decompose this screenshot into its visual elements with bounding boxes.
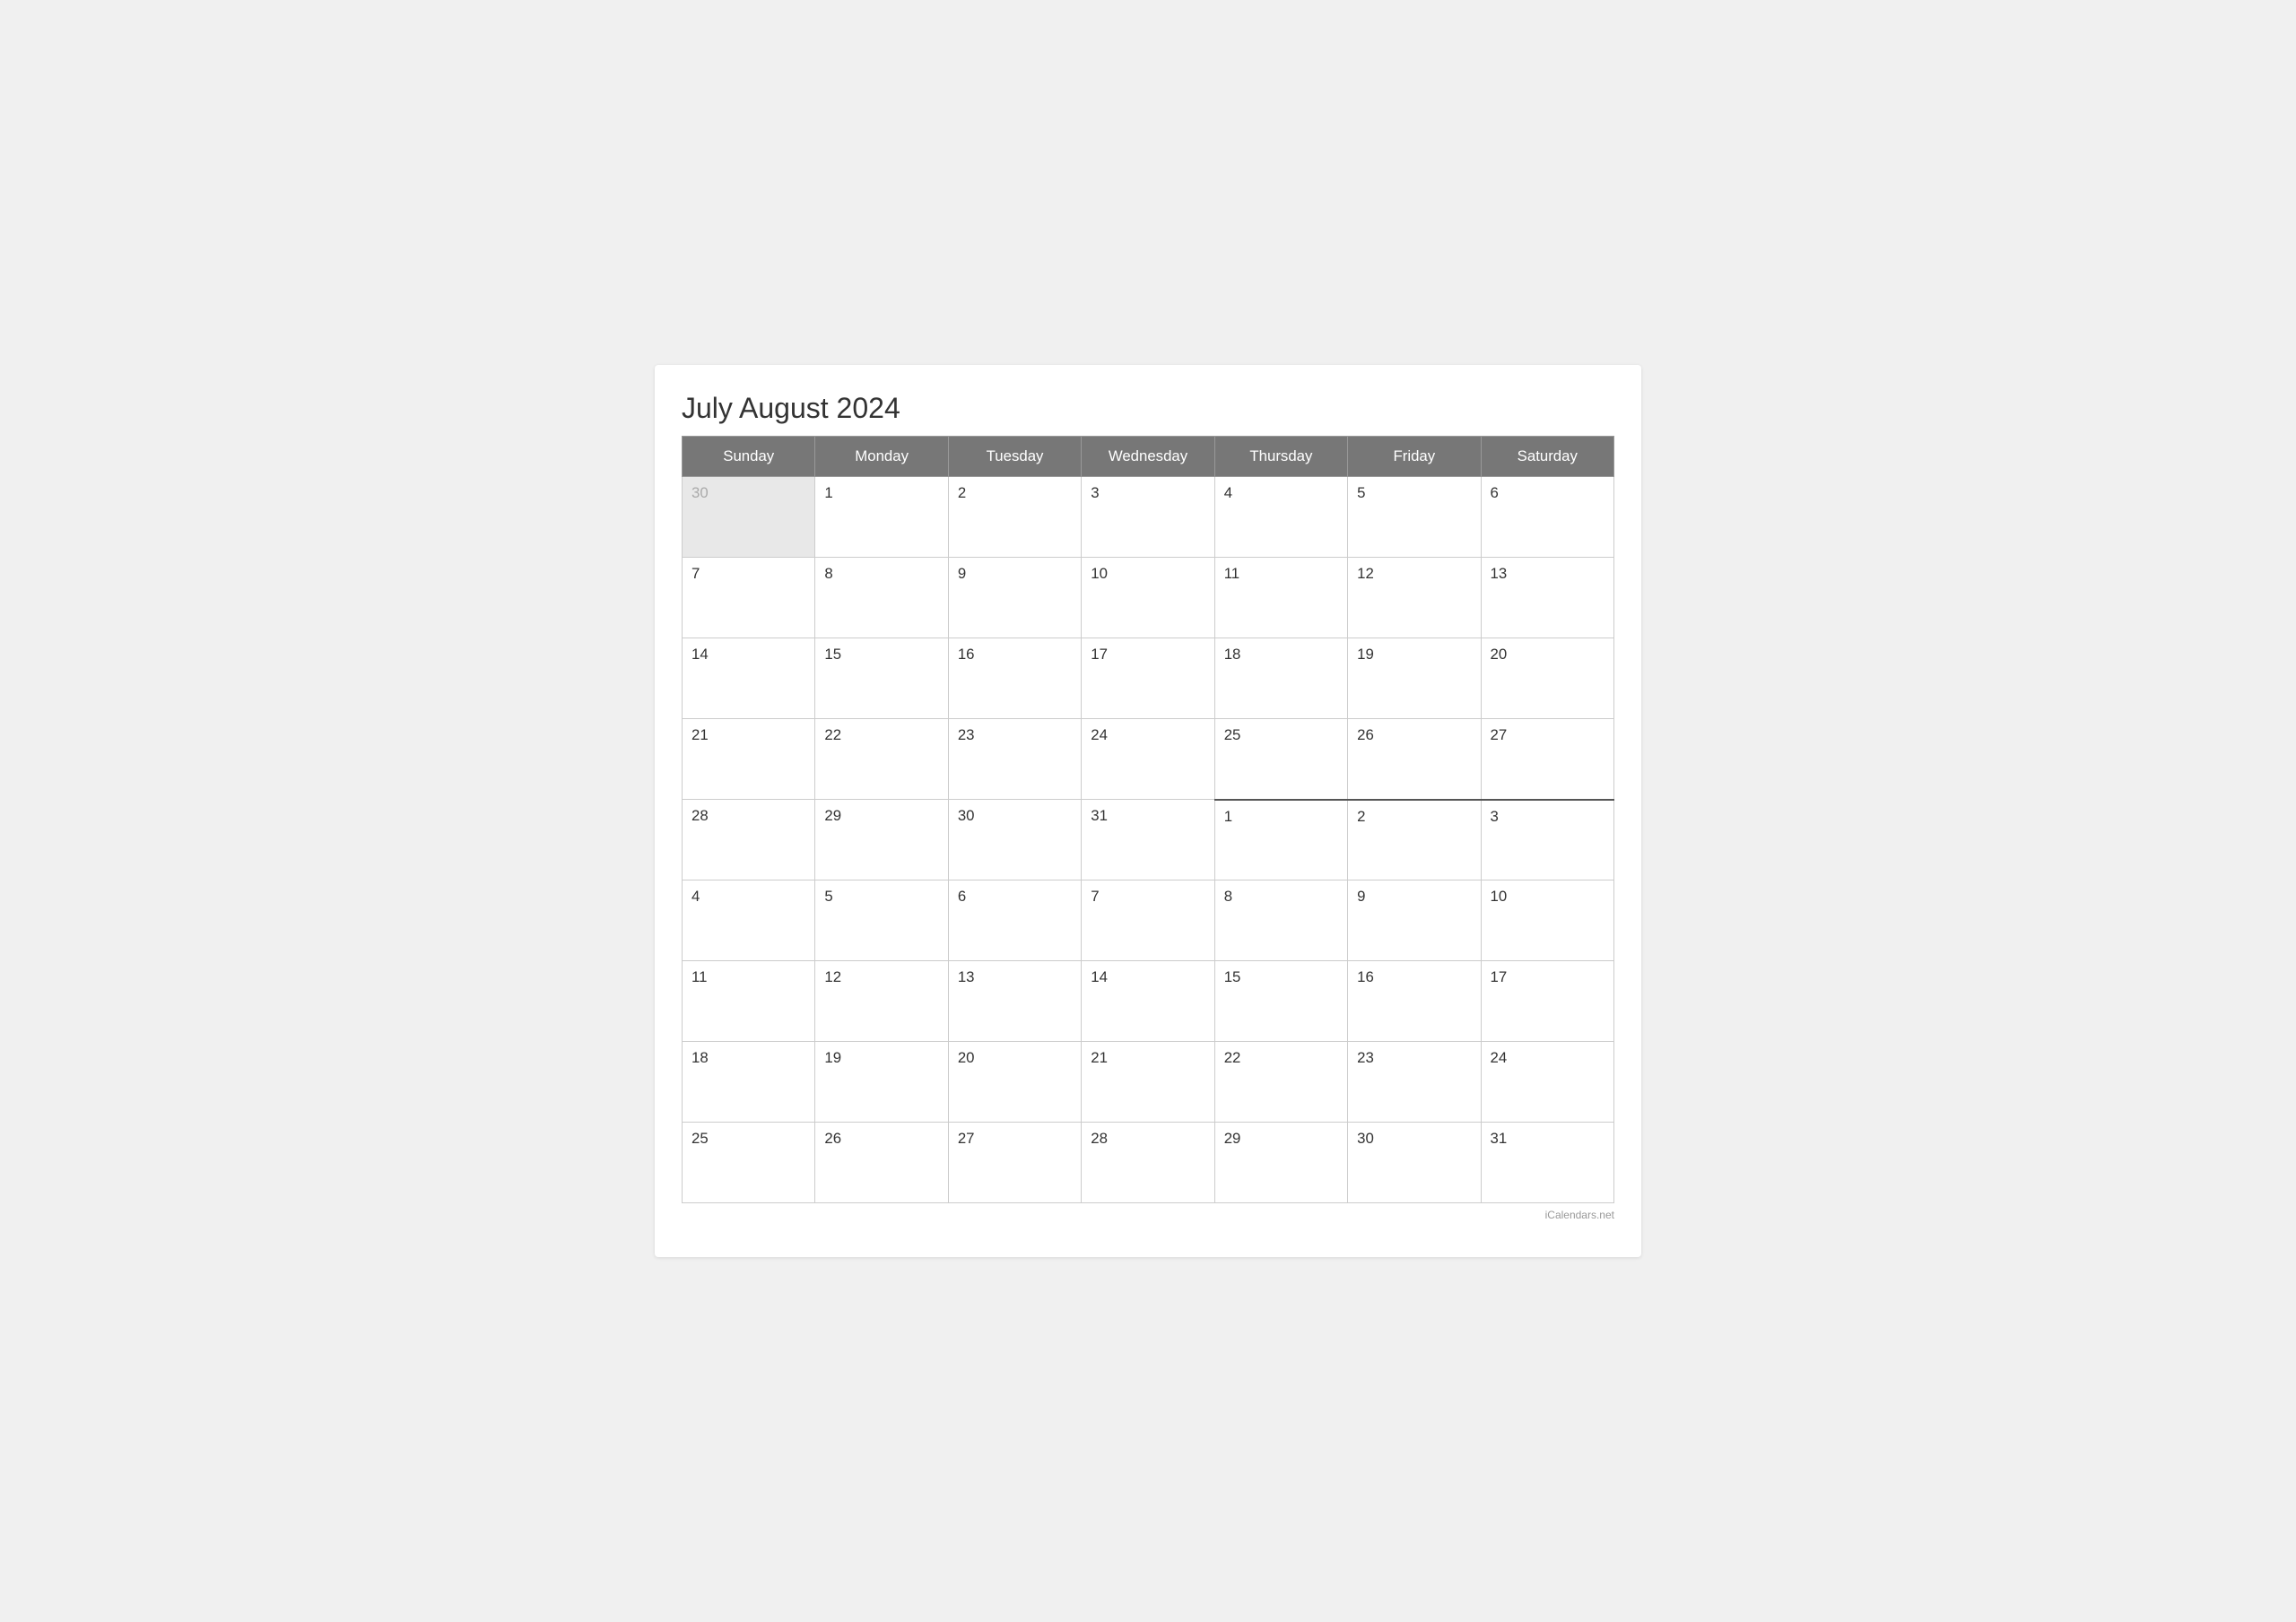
calendar-day-cell[interactable]: 28 <box>683 800 815 880</box>
calendar-day-cell[interactable]: 6 <box>1481 477 1613 558</box>
calendar-day-cell[interactable]: 13 <box>1481 558 1613 638</box>
header-cell: Saturday <box>1481 437 1613 477</box>
header-cell: Wednesday <box>1082 437 1214 477</box>
calendar-day-cell[interactable]: 7 <box>1082 880 1214 961</box>
calendar-day-cell[interactable]: 23 <box>948 719 1081 800</box>
calendar-day-cell[interactable]: 7 <box>683 558 815 638</box>
calendar-day-cell[interactable]: 29 <box>815 800 948 880</box>
calendar-day-cell[interactable]: 11 <box>1214 558 1347 638</box>
calendar-day-cell[interactable]: 5 <box>815 880 948 961</box>
calendar-day-cell[interactable]: 3 <box>1481 800 1613 880</box>
calendar-title: July August 2024 <box>682 392 1614 425</box>
calendar-day-cell[interactable]: 1 <box>815 477 948 558</box>
header-cell: Monday <box>815 437 948 477</box>
calendar-day-cell[interactable]: 15 <box>815 638 948 719</box>
calendar-day-cell[interactable]: 25 <box>683 1123 815 1203</box>
calendar-week-row: 11121314151617 <box>683 961 1614 1042</box>
calendar-day-cell[interactable]: 22 <box>815 719 948 800</box>
calendar-day-cell[interactable]: 18 <box>1214 638 1347 719</box>
calendar-week-row: 14151617181920 <box>683 638 1614 719</box>
calendar-week-row: 30123456 <box>683 477 1614 558</box>
calendar-week-row: 21222324252627 <box>683 719 1614 800</box>
calendar-day-cell[interactable]: 21 <box>683 719 815 800</box>
calendar-week-row: 45678910 <box>683 880 1614 961</box>
calendar-table: SundayMondayTuesdayWednesdayThursdayFrid… <box>682 436 1614 1203</box>
calendar-week-row: 25262728293031 <box>683 1123 1614 1203</box>
calendar-day-cell[interactable]: 20 <box>948 1042 1081 1123</box>
header-cell: Sunday <box>683 437 815 477</box>
calendar-day-cell[interactable]: 14 <box>683 638 815 719</box>
calendar-day-cell[interactable]: 6 <box>948 880 1081 961</box>
calendar-day-cell[interactable]: 20 <box>1481 638 1613 719</box>
calendar-day-cell[interactable]: 16 <box>1348 961 1481 1042</box>
header-row: SundayMondayTuesdayWednesdayThursdayFrid… <box>683 437 1614 477</box>
calendar-day-cell[interactable]: 27 <box>1481 719 1613 800</box>
calendar-day-cell[interactable]: 8 <box>1214 880 1347 961</box>
calendar-day-cell[interactable]: 12 <box>1348 558 1481 638</box>
calendar-day-cell[interactable]: 9 <box>1348 880 1481 961</box>
calendar-day-cell[interactable]: 11 <box>683 961 815 1042</box>
calendar-day-cell[interactable]: 2 <box>1348 800 1481 880</box>
calendar-day-cell[interactable]: 13 <box>948 961 1081 1042</box>
calendar-day-cell[interactable]: 25 <box>1214 719 1347 800</box>
calendar-day-cell[interactable]: 2 <box>948 477 1081 558</box>
calendar-body: 3012345678910111213141516171819202122232… <box>683 477 1614 1203</box>
calendar-day-cell[interactable]: 4 <box>683 880 815 961</box>
calendar-day-cell[interactable]: 5 <box>1348 477 1481 558</box>
calendar-day-cell[interactable]: 16 <box>948 638 1081 719</box>
calendar-header: SundayMondayTuesdayWednesdayThursdayFrid… <box>683 437 1614 477</box>
calendar-week-row: 18192021222324 <box>683 1042 1614 1123</box>
calendar-day-cell[interactable]: 29 <box>1214 1123 1347 1203</box>
calendar-day-cell[interactable]: 10 <box>1082 558 1214 638</box>
header-cell: Friday <box>1348 437 1481 477</box>
calendar-day-cell[interactable]: 28 <box>1082 1123 1214 1203</box>
calendar-week-row: 78910111213 <box>683 558 1614 638</box>
calendar-day-cell[interactable]: 3 <box>1082 477 1214 558</box>
calendar-day-cell[interactable]: 24 <box>1082 719 1214 800</box>
calendar-day-cell[interactable]: 19 <box>1348 638 1481 719</box>
calendar-day-cell[interactable]: 14 <box>1082 961 1214 1042</box>
calendar-day-cell[interactable]: 18 <box>683 1042 815 1123</box>
calendar-day-cell[interactable]: 9 <box>948 558 1081 638</box>
calendar-day-cell[interactable]: 19 <box>815 1042 948 1123</box>
calendar-day-cell[interactable]: 1 <box>1214 800 1347 880</box>
calendar-day-cell[interactable]: 24 <box>1481 1042 1613 1123</box>
calendar-day-cell[interactable]: 10 <box>1481 880 1613 961</box>
calendar-day-cell[interactable]: 15 <box>1214 961 1347 1042</box>
calendar-day-cell[interactable]: 17 <box>1082 638 1214 719</box>
header-cell: Thursday <box>1214 437 1347 477</box>
calendar-day-cell[interactable]: 30 <box>1348 1123 1481 1203</box>
calendar-container: July August 2024 SundayMondayTuesdayWedn… <box>655 365 1641 1257</box>
header-cell: Tuesday <box>948 437 1081 477</box>
calendar-day-cell[interactable]: 30 <box>683 477 815 558</box>
calendar-week-row: 28293031123 <box>683 800 1614 880</box>
calendar-day-cell[interactable]: 31 <box>1082 800 1214 880</box>
watermark: iCalendars.net <box>682 1209 1614 1221</box>
calendar-day-cell[interactable]: 4 <box>1214 477 1347 558</box>
calendar-day-cell[interactable]: 26 <box>815 1123 948 1203</box>
calendar-day-cell[interactable]: 31 <box>1481 1123 1613 1203</box>
calendar-day-cell[interactable]: 8 <box>815 558 948 638</box>
calendar-day-cell[interactable]: 21 <box>1082 1042 1214 1123</box>
calendar-day-cell[interactable]: 12 <box>815 961 948 1042</box>
calendar-day-cell[interactable]: 30 <box>948 800 1081 880</box>
calendar-day-cell[interactable]: 26 <box>1348 719 1481 800</box>
calendar-day-cell[interactable]: 23 <box>1348 1042 1481 1123</box>
calendar-day-cell[interactable]: 17 <box>1481 961 1613 1042</box>
calendar-day-cell[interactable]: 27 <box>948 1123 1081 1203</box>
calendar-day-cell[interactable]: 22 <box>1214 1042 1347 1123</box>
